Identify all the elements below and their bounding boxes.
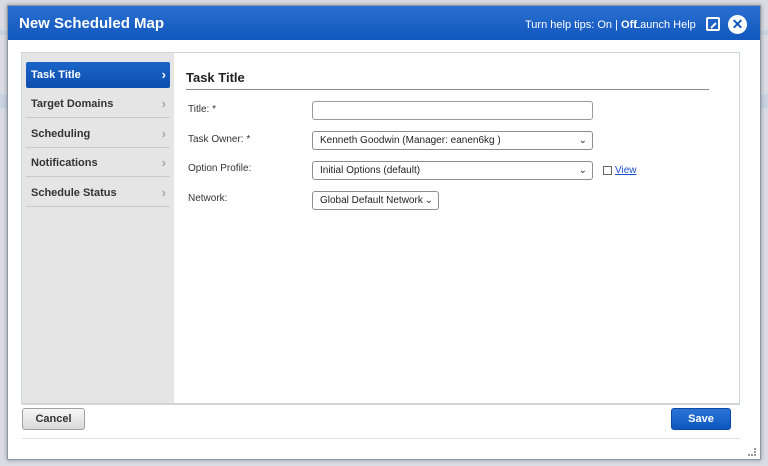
close-icon[interactable]: ✕ <box>728 15 747 34</box>
sidebar-item-label: Task Title <box>31 69 81 81</box>
title-label: Title: * <box>188 104 216 115</box>
help-tips-toggle: Turn help tips: On | Off <box>525 19 637 31</box>
chevron-right-icon: › <box>161 96 166 111</box>
task-owner-select[interactable]: Kenneth Goodwin (Manager: eanen6kg ) ⌄ <box>312 131 593 150</box>
sidebar-item-label: Target Domains <box>31 98 114 110</box>
bottom-divider <box>22 438 740 439</box>
task-owner-value: Kenneth Goodwin (Manager: eanen6kg ) <box>320 135 501 146</box>
dialog-title: New Scheduled Map <box>19 15 165 32</box>
sidebar-item-notifications[interactable]: Notifications › <box>26 149 170 177</box>
title-input[interactable] <box>312 101 593 120</box>
chevron-right-icon: › <box>161 155 166 170</box>
wizard-sidebar: Task Title › Target Domains › Scheduling… <box>22 53 174 403</box>
network-value: Global Default Network <box>320 195 423 206</box>
chevron-down-icon: ⌄ <box>578 135 587 146</box>
cancel-button[interactable]: Cancel <box>22 408 85 430</box>
option-profile-label: Option Profile: <box>188 163 252 174</box>
launch-help-link[interactable]: Launch Help <box>634 19 696 31</box>
chevron-right-icon: › <box>161 126 166 141</box>
footer-divider <box>22 404 740 405</box>
task-owner-label: Task Owner: * <box>188 134 251 145</box>
help-tips-on[interactable]: On <box>597 19 612 31</box>
sidebar-item-target-domains[interactable]: Target Domains › <box>26 90 170 118</box>
chevron-down-icon: ⌄ <box>578 165 587 176</box>
network-label: Network: <box>188 193 228 204</box>
sidebar-item-scheduling[interactable]: Scheduling › <box>26 120 170 148</box>
view-icon <box>603 166 612 175</box>
option-profile-view-link[interactable]: View <box>615 165 637 176</box>
chevron-right-icon: › <box>161 67 166 82</box>
save-button[interactable]: Save <box>671 408 731 430</box>
sidebar-item-label: Notifications <box>31 157 98 169</box>
network-select[interactable]: Global Default Network ⌄ <box>312 191 439 210</box>
help-tips-label: Turn help tips: <box>525 19 595 31</box>
sidebar-item-label: Schedule Status <box>31 187 117 199</box>
sidebar-item-schedule-status[interactable]: Schedule Status › <box>26 179 170 207</box>
section-divider <box>186 89 709 90</box>
chevron-right-icon: › <box>161 185 166 200</box>
sidebar-item-label: Scheduling <box>31 128 91 140</box>
section-title: Task Title <box>186 70 245 85</box>
help-tips-separator: | <box>615 19 618 31</box>
option-profile-select[interactable]: Initial Options (default) ⌄ <box>312 161 593 180</box>
scheduled-map-dialog: New Scheduled Map Turn help tips: On | O… <box>7 5 761 460</box>
sidebar-item-task-title[interactable]: Task Title › <box>26 62 170 88</box>
chevron-down-icon: ⌄ <box>424 195 433 206</box>
dialog-titlebar: New Scheduled Map Turn help tips: On | O… <box>8 6 760 40</box>
resize-grip-icon[interactable] <box>748 448 756 456</box>
popout-icon[interactable] <box>706 17 720 31</box>
option-profile-value: Initial Options (default) <box>320 165 421 176</box>
